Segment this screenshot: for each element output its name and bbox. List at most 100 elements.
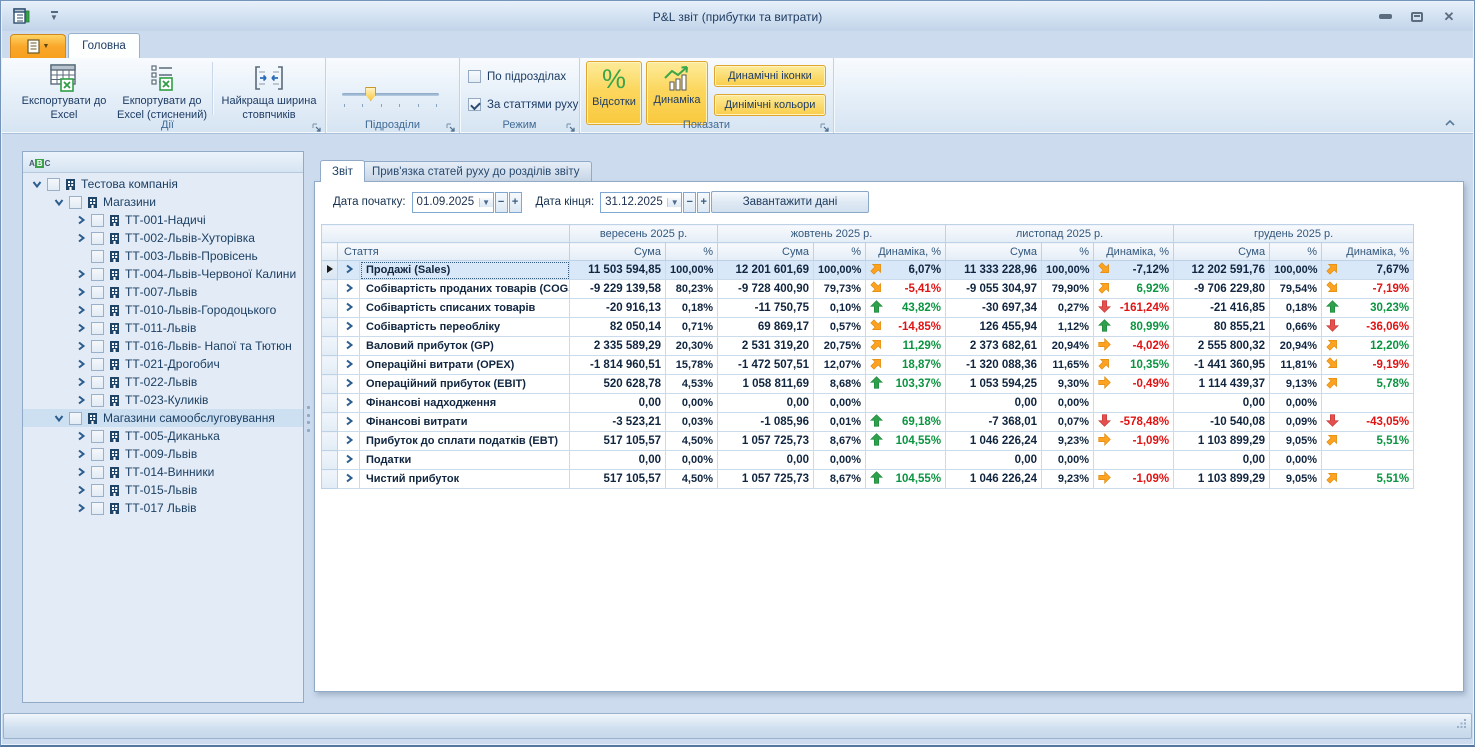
dynamics-cell[interactable]: -7,12% — [1094, 261, 1174, 280]
percent-cell[interactable]: 9,30% — [1042, 375, 1094, 394]
table-row[interactable]: Фінансові витрати-3 523,210,03%-1 085,96… — [322, 413, 1414, 432]
dynamics-cell[interactable]: 104,55% — [866, 432, 946, 451]
tree-checkbox[interactable] — [91, 358, 104, 371]
column-header[interactable]: Сума — [1174, 243, 1270, 261]
column-header[interactable]: % — [814, 243, 866, 261]
row-expander-cell[interactable] — [338, 356, 360, 375]
tree-checkbox[interactable] — [91, 250, 104, 263]
percent-cell[interactable]: 0,01% — [814, 413, 866, 432]
splitter-handle[interactable] — [306, 406, 311, 432]
tree-item[interactable]: ТТ-017 Львів — [23, 499, 303, 517]
sum-cell[interactable]: 1 046 226,24 — [946, 470, 1042, 489]
sum-cell[interactable]: 0,00 — [718, 451, 814, 470]
dialog-launcher-button[interactable] — [820, 120, 830, 130]
tree-checkbox[interactable] — [91, 268, 104, 281]
dynamics-cell[interactable]: -36,06% — [1322, 318, 1414, 337]
export-excel-button[interactable]: Експортувати до Excel — [16, 61, 112, 125]
sum-cell[interactable]: 82 050,14 — [570, 318, 666, 337]
column-header[interactable]: % — [1042, 243, 1094, 261]
percent-cell[interactable]: 0,66% — [1270, 318, 1322, 337]
percent-cell[interactable]: 9,23% — [1042, 432, 1094, 451]
sum-cell[interactable]: -9 055 304,97 — [946, 280, 1042, 299]
percent-cell[interactable]: 100,00% — [814, 261, 866, 280]
percent-cell[interactable]: 8,67% — [814, 470, 866, 489]
month-band-header[interactable]: жовтень 2025 р. — [718, 225, 946, 243]
percent-cell[interactable]: 0,18% — [1270, 299, 1322, 318]
sum-cell[interactable]: 1 053 594,25 — [946, 375, 1042, 394]
sum-cell[interactable]: 69 869,17 — [718, 318, 814, 337]
dynamics-cell[interactable]: 5,51% — [1322, 432, 1414, 451]
table-row[interactable]: Прибуток до сплати податків (EBT)517 105… — [322, 432, 1414, 451]
percent-cell[interactable]: 0,00% — [814, 451, 866, 470]
dynamics-cell[interactable]: 18,87% — [866, 356, 946, 375]
tree-item[interactable]: ТТ-014-Винники — [23, 463, 303, 481]
dynamics-cell[interactable]: -9,19% — [1322, 356, 1414, 375]
tree-item[interactable]: ТТ-009-Львів — [23, 445, 303, 463]
sum-cell[interactable]: 1 058 811,69 — [718, 375, 814, 394]
percent-cell[interactable]: 20,75% — [814, 337, 866, 356]
tree-checkbox[interactable] — [91, 286, 104, 299]
sum-cell[interactable]: -30 697,34 — [946, 299, 1042, 318]
article-cell[interactable]: Собівартість переобліку — [360, 318, 570, 337]
dynamics-cell[interactable]: 104,55% — [866, 470, 946, 489]
tree-header[interactable]: ABC — [23, 152, 303, 173]
dynamics-cell[interactable]: 7,67% — [1322, 261, 1414, 280]
slider-thumb[interactable] — [365, 87, 376, 101]
tree-checkbox[interactable] — [69, 196, 82, 209]
month-band-header[interactable]: вересень 2025 р. — [570, 225, 718, 243]
sum-cell[interactable]: 1 103 899,29 — [1174, 470, 1270, 489]
tree-item[interactable]: ТТ-023-Куликів — [23, 391, 303, 409]
percent-cell[interactable]: 0,00% — [814, 394, 866, 413]
column-header[interactable]: Динаміка, % — [1322, 243, 1414, 261]
percent-cell[interactable]: 12,07% — [814, 356, 866, 375]
dynamics-cell[interactable]: -578,48% — [1094, 413, 1174, 432]
column-header-article[interactable]: Стаття — [338, 243, 570, 261]
sum-cell[interactable]: -10 540,08 — [1174, 413, 1270, 432]
sum-cell[interactable]: -21 416,85 — [1174, 299, 1270, 318]
tree-expand-icon[interactable] — [75, 394, 87, 406]
row-expander-cell[interactable] — [338, 432, 360, 451]
sum-cell[interactable]: 517 105,57 — [570, 470, 666, 489]
dynamics-cell[interactable]: -1,09% — [1094, 432, 1174, 451]
sum-cell[interactable]: 0,00 — [946, 394, 1042, 413]
dynamic-icons-toggle-button[interactable]: Динамічні іконки — [714, 65, 826, 87]
sum-cell[interactable]: 0,00 — [1174, 451, 1270, 470]
sum-cell[interactable]: 11 333 228,96 — [946, 261, 1042, 280]
sum-cell[interactable]: -1 085,96 — [718, 413, 814, 432]
tree-expand-icon[interactable] — [75, 502, 87, 514]
row-expander-cell[interactable] — [338, 280, 360, 299]
tree-item[interactable]: Тестова компанія — [23, 175, 303, 193]
tree-item[interactable]: Магазини — [23, 193, 303, 211]
percent-cell[interactable]: 20,30% — [666, 337, 718, 356]
percent-cell[interactable]: 0,09% — [1270, 413, 1322, 432]
tree-expand-icon[interactable] — [75, 304, 87, 316]
row-expander-cell[interactable] — [338, 299, 360, 318]
tree-checkbox[interactable] — [91, 448, 104, 461]
checkbox-by-departments[interactable]: По підрозділах — [468, 70, 566, 83]
table-row[interactable]: Валовий прибуток (GP)2 335 589,2920,30%2… — [322, 337, 1414, 356]
dynamics-cell[interactable]: 10,35% — [1094, 356, 1174, 375]
departments-slider[interactable] — [342, 88, 439, 104]
tree-expand-icon[interactable] — [75, 322, 87, 334]
tree-expand-icon[interactable] — [75, 430, 87, 442]
checkbox-by-flow-articles[interactable]: За статтями руху — [468, 98, 578, 111]
tree-item[interactable]: ТТ-010-Львів-Городоцького — [23, 301, 303, 319]
percent-cell[interactable]: 4,50% — [666, 470, 718, 489]
tree-expand-icon[interactable] — [75, 358, 87, 370]
sum-cell[interactable]: 1 046 226,24 — [946, 432, 1042, 451]
tree-checkbox[interactable] — [91, 232, 104, 245]
sum-cell[interactable]: 12 201 601,69 — [718, 261, 814, 280]
article-cell[interactable]: Фінансові надходження — [360, 394, 570, 413]
percents-toggle-button[interactable]: % Відсотки — [586, 61, 642, 125]
dynamics-cell[interactable]: 43,82% — [866, 299, 946, 318]
percent-cell[interactable]: 11,65% — [1042, 356, 1094, 375]
sum-cell[interactable]: 0,00 — [718, 394, 814, 413]
table-row[interactable]: Податки0,000,00%0,000,00%0,000,00%0,000,… — [322, 451, 1414, 470]
tree-checkbox[interactable] — [47, 178, 60, 191]
sum-cell[interactable]: 0,00 — [946, 451, 1042, 470]
dynamics-cell[interactable]: -161,24% — [1094, 299, 1174, 318]
article-cell[interactable]: Податки — [360, 451, 570, 470]
dynamics-cell[interactable] — [1322, 451, 1414, 470]
date-from-decrement-button[interactable]: − — [495, 192, 508, 213]
percent-cell[interactable]: 100,00% — [1042, 261, 1094, 280]
